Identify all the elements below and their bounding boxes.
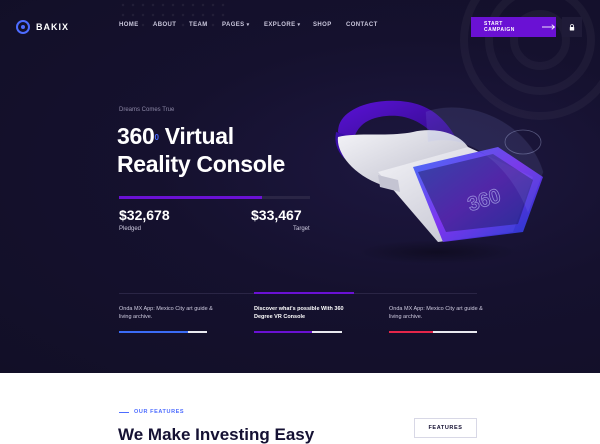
nav-item-contact[interactable]: CONTACT — [346, 22, 378, 28]
pledged-label: Pledged — [119, 226, 142, 232]
target-value: $33,467 — [251, 207, 302, 223]
lock-icon — [569, 23, 575, 30]
feature-bar-2 — [254, 331, 342, 333]
feature-bar-fill — [119, 331, 188, 333]
nav-label: CONTACT — [346, 22, 378, 28]
nav-item-home[interactable]: HOME — [119, 22, 139, 28]
chevron-down-icon: ▾ — [246, 22, 250, 28]
eyebrow-text: OUR FEATURES — [134, 409, 185, 415]
target-label: Target — [293, 226, 310, 232]
nav-item-shop[interactable]: SHOP — [313, 22, 332, 28]
degree-mark: 0 — [154, 133, 159, 142]
title-word: Virtual — [164, 123, 234, 149]
nav-label: EXPLORE — [264, 22, 296, 28]
features-title: We Make Investing Easy — [118, 425, 315, 444]
features-eyebrow: OUR FEATURES — [119, 409, 184, 415]
feature-text-3[interactable]: Onda MX App: Mexico City art guide & liv… — [389, 305, 487, 321]
nav-label: PAGES — [222, 22, 245, 28]
vr-headset-image: 360 — [335, 100, 544, 264]
start-campaign-button[interactable]: START CAMPAIGN — [471, 17, 556, 37]
funding-progress-bar — [119, 196, 310, 199]
feature-text-2[interactable]: Discover what's possible With 360 Degree… — [254, 305, 352, 321]
hero-tagline: Dreams Comes True — [119, 107, 175, 113]
feature-text-1[interactable]: Onda MX App: Mexico City art guide & liv… — [119, 305, 217, 321]
title-line-2: Reality Console — [117, 151, 286, 177]
eyebrow-line — [119, 411, 129, 413]
feature-bar-1 — [119, 331, 207, 333]
nav-item-pages[interactable]: PAGES ▾ — [222, 22, 249, 28]
nav-item-explore[interactable]: EXPLORE ▾ — [264, 22, 300, 28]
nav-item-team[interactable]: TEAM — [189, 22, 208, 28]
nav-label: HOME — [119, 22, 139, 28]
pledged-value: $32,678 — [119, 207, 170, 223]
logo[interactable]: BAKIX — [16, 20, 69, 34]
nav-label: TEAM — [189, 22, 208, 28]
logo-text: BAKIX — [36, 22, 70, 32]
nav-item-about[interactable]: ABOUT — [153, 22, 176, 28]
feature-bar-fill — [389, 331, 433, 333]
features-button[interactable]: FEATURES — [414, 418, 477, 438]
bakix-logo-icon — [16, 20, 30, 34]
funding-progress-fill — [119, 196, 263, 199]
lock-button[interactable] — [562, 17, 582, 37]
feature-bar-3 — [389, 331, 477, 333]
hero-title: 3600 Virtual Reality Console — [117, 122, 337, 178]
divider-accent — [254, 292, 354, 294]
title-number: 360 — [117, 123, 155, 149]
start-campaign-label: START CAMPAIGN — [484, 21, 515, 33]
nav-label: SHOP — [313, 22, 332, 28]
nav-label: ABOUT — [153, 22, 177, 28]
arrow-right-icon — [542, 24, 556, 30]
feature-bar-fill — [254, 331, 313, 333]
chevron-down-icon: ▾ — [297, 22, 301, 28]
hero-section: BAKIX HOME ABOUT TEAM PAGES ▾ EXPLORE ▾ SH… — [0, 0, 600, 373]
